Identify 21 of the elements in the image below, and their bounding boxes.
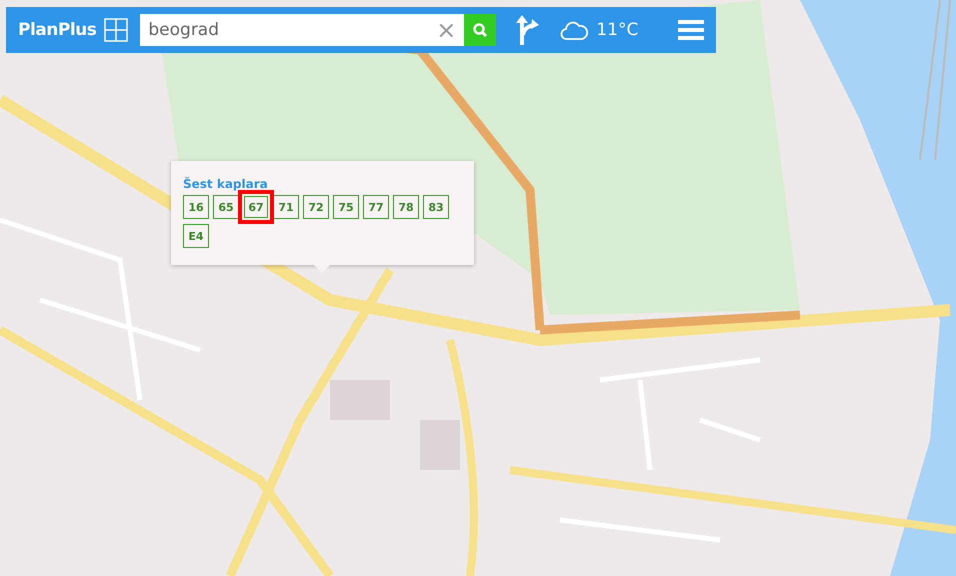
search-field[interactable]: beograd × xyxy=(140,14,496,46)
app-logo[interactable]: PlanPlus xyxy=(18,20,96,40)
line-button[interactable]: 83 xyxy=(423,195,449,219)
line-button[interactable]: 78 xyxy=(393,195,419,219)
route-icon[interactable] xyxy=(514,13,540,47)
grid-icon[interactable] xyxy=(104,18,128,42)
temperature-text: 11°C xyxy=(596,20,638,40)
clear-button[interactable]: × xyxy=(428,16,464,44)
line-button[interactable]: 75 xyxy=(333,195,359,219)
line-button[interactable]: 71 xyxy=(273,195,299,219)
menu-button[interactable] xyxy=(678,19,704,41)
line-button[interactable]: 77 xyxy=(363,195,389,219)
search-button[interactable] xyxy=(464,14,496,46)
line-button[interactable]: 67 xyxy=(238,190,274,224)
search-icon xyxy=(472,22,488,38)
stop-title: Šest kaplara xyxy=(183,177,268,191)
line-button[interactable]: 72 xyxy=(303,195,329,219)
line-button[interactable]: E4 xyxy=(183,224,209,248)
cloud-icon xyxy=(560,19,588,41)
line-button[interactable]: 65 xyxy=(213,195,239,219)
line-button[interactable]: 16 xyxy=(183,195,209,219)
